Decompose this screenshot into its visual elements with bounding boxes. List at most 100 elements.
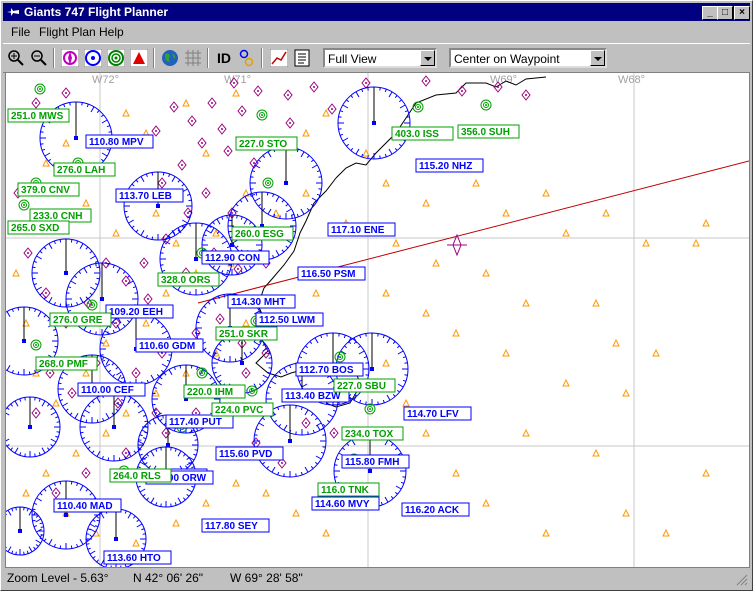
- airport-marker[interactable]: [502, 208, 510, 217]
- vor-label[interactable]: 110.00 CEF: [77, 382, 146, 397]
- route-button[interactable]: [268, 47, 290, 69]
- map-canvas[interactable]: W72° W71° W69° W68° 110.80 MPV115.20 NHZ…: [6, 73, 749, 567]
- vor-label[interactable]: 110.40 MAD: [53, 498, 122, 513]
- intersection-marker[interactable]: [327, 103, 337, 115]
- resize-grip-icon[interactable]: [736, 574, 748, 586]
- title-bar[interactable]: Giants 747 Flight Planner _ □ ×: [3, 3, 750, 21]
- id-button[interactable]: ID: [213, 47, 235, 69]
- intersection-marker[interactable]: [237, 105, 247, 117]
- airport-marker[interactable]: [232, 88, 240, 97]
- intersection-marker[interactable]: [201, 187, 211, 199]
- airport-marker[interactable]: [382, 288, 390, 297]
- intersection-marker[interactable]: [301, 417, 311, 429]
- ndb-filter-button[interactable]: [105, 47, 127, 69]
- map-view[interactable]: W72° W71° W69° W68° 110.80 MPV 115.20 NHZ…: [5, 72, 750, 568]
- zoom-in-button[interactable]: [5, 47, 27, 69]
- airport-marker[interactable]: [322, 108, 330, 117]
- vor-label[interactable]: 112.70 BOS: [295, 362, 364, 377]
- ndb-marker[interactable]: [256, 109, 268, 121]
- vor-label[interactable]: 116.50 PSM: [297, 266, 366, 281]
- minimize-button[interactable]: _: [702, 6, 718, 20]
- airport-marker[interactable]: [122, 408, 130, 417]
- airport-marker[interactable]: [382, 358, 390, 367]
- airport-marker[interactable]: [422, 428, 430, 437]
- airport-marker[interactable]: [452, 328, 460, 337]
- intersection-marker[interactable]: [177, 159, 187, 171]
- ndb-label[interactable]: 116.0 TNK: [317, 482, 380, 497]
- vor-filter-button[interactable]: [82, 47, 104, 69]
- airport-marker[interactable]: [382, 178, 390, 187]
- intersection-marker[interactable]: [329, 427, 339, 439]
- airport-marker[interactable]: [522, 428, 530, 437]
- airport-marker[interactable]: [72, 448, 80, 457]
- globe-button[interactable]: [159, 47, 181, 69]
- airport-marker[interactable]: [422, 198, 430, 207]
- airport-marker[interactable]: [702, 468, 710, 477]
- intersection-marker[interactable]: [207, 97, 217, 109]
- airport-marker[interactable]: [202, 498, 210, 507]
- airport-marker[interactable]: [152, 208, 160, 217]
- grid-button[interactable]: [182, 47, 204, 69]
- menu-flight-plan[interactable]: Flight Plan: [39, 25, 96, 39]
- menu-help[interactable]: Help: [99, 25, 124, 39]
- ndb-label[interactable]: 233.0 CNH: [29, 208, 92, 223]
- vor-label[interactable]: 115.60 PVD: [215, 446, 284, 461]
- airport-marker[interactable]: [242, 318, 250, 327]
- intersection-marker[interactable]: [223, 145, 233, 157]
- ndb-label[interactable]: 276.0 GRE: [49, 312, 112, 327]
- intersection-marker[interactable]: [131, 367, 141, 379]
- intersection-marker[interactable]: [157, 177, 167, 189]
- ndb-label[interactable]: 379.0 CNV: [17, 182, 80, 197]
- airport-marker[interactable]: [662, 528, 670, 537]
- vor-label[interactable]: 117.10 ENE: [327, 222, 396, 237]
- airport-marker[interactable]: [432, 258, 440, 267]
- airport-marker[interactable]: [172, 518, 180, 527]
- airport-filter-button[interactable]: [128, 47, 150, 69]
- intersection-marker[interactable]: [309, 81, 319, 93]
- ndb-marker[interactable]: [30, 339, 42, 351]
- airport-marker[interactable]: [42, 468, 50, 477]
- intersection-marker[interactable]: [253, 85, 263, 97]
- airport-marker[interactable]: [562, 228, 570, 237]
- ndb-label[interactable]: 224.0 PVC: [211, 402, 274, 417]
- airport-marker[interactable]: [602, 208, 610, 217]
- vor-label[interactable]: 110.60 GDM: [135, 338, 204, 353]
- airport-marker[interactable]: [472, 178, 480, 187]
- ndb-label[interactable]: 265.0 SXD: [7, 220, 70, 235]
- intersection-marker[interactable]: [169, 101, 179, 113]
- intersection-marker[interactable]: [31, 97, 41, 109]
- vor-label[interactable]: 113.60 HTO: [103, 550, 172, 565]
- intersection-marker[interactable]: [139, 257, 149, 269]
- ndb-label[interactable]: 227.0 SBU: [333, 378, 396, 393]
- airport-marker[interactable]: [22, 488, 30, 497]
- ndb-label[interactable]: 276.0 LAH: [53, 162, 116, 177]
- vor-compass-rose[interactable]: [211, 332, 273, 394]
- airport-marker[interactable]: [502, 348, 510, 357]
- ndb-marker[interactable]: [480, 99, 492, 111]
- ndb-label[interactable]: 356.0 SUH: [457, 124, 520, 139]
- intersection-marker[interactable]: [521, 89, 531, 101]
- label-toggle-button[interactable]: [236, 47, 258, 69]
- intersection-marker[interactable]: [61, 87, 71, 99]
- intersection-marker[interactable]: [283, 89, 293, 101]
- vor-compass-rose[interactable]: [6, 396, 61, 458]
- waypoint-filter-button[interactable]: [59, 47, 81, 69]
- intersection-marker[interactable]: [143, 293, 153, 305]
- ndb-label[interactable]: 268.0 PMF: [35, 356, 98, 371]
- vor-label[interactable]: 114.70 LFV: [403, 406, 472, 421]
- airport-marker[interactable]: [562, 378, 570, 387]
- vor-compass-rose[interactable]: [6, 506, 45, 556]
- vor-label[interactable]: 117.40 PUT: [165, 414, 234, 429]
- intersection-marker[interactable]: [241, 367, 251, 379]
- ndb-label[interactable]: 234.0 TOX: [341, 426, 404, 441]
- intersection-marker[interactable]: [51, 487, 61, 499]
- view-select[interactable]: Full View: [323, 48, 437, 68]
- airport-marker[interactable]: [232, 478, 240, 487]
- vor-label[interactable]: 115.20 NHZ: [415, 158, 484, 173]
- airport-marker[interactable]: [82, 198, 90, 207]
- airport-marker[interactable]: [52, 398, 60, 407]
- airport-marker[interactable]: [652, 348, 660, 357]
- intersection-marker[interactable]: [197, 137, 207, 149]
- airport-marker[interactable]: [182, 98, 190, 107]
- maximize-button[interactable]: □: [717, 6, 733, 20]
